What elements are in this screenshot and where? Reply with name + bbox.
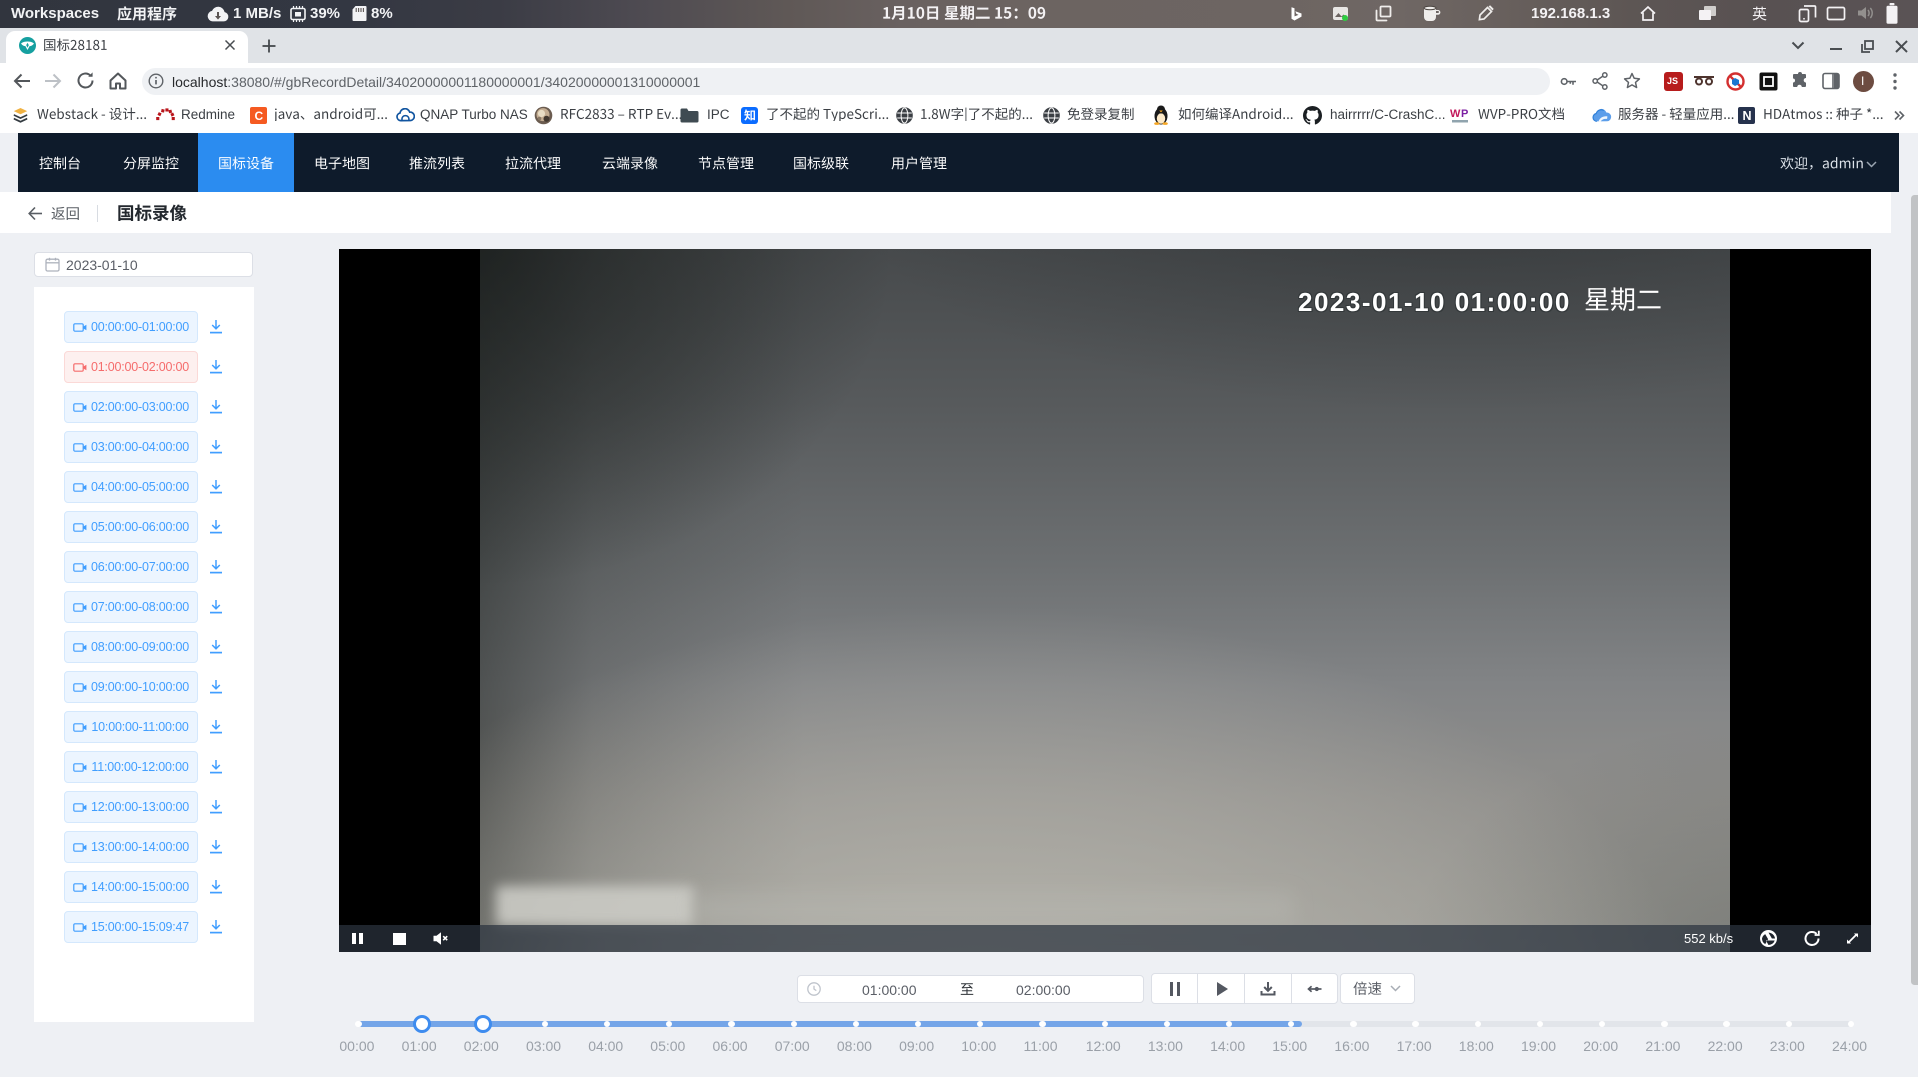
svg-text:P: P bbox=[1461, 108, 1468, 120]
svg-text:W: W bbox=[1450, 108, 1461, 120]
